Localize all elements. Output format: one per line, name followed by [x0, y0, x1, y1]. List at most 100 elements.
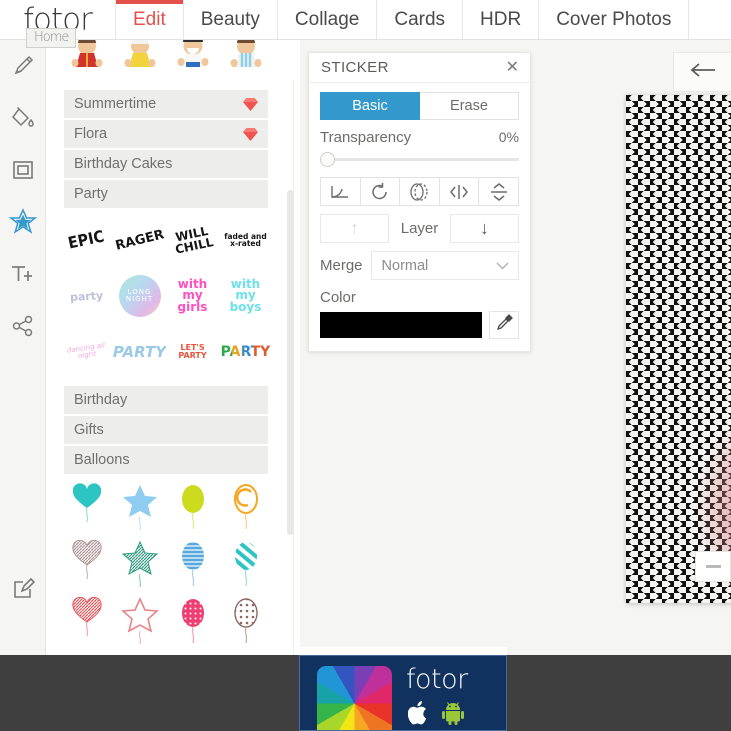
nav-tab-collage[interactable]: Collage: [276, 0, 376, 39]
nav-tab-beauty[interactable]: Beauty: [182, 0, 277, 39]
merge-select[interactable]: Normal: [370, 251, 519, 280]
transform-icon-row: [320, 177, 519, 206]
nav-tab-cover-photos[interactable]: Cover Photos: [538, 0, 690, 39]
layer-row: ↑ Layer ↓: [320, 214, 519, 243]
frame-icon: [10, 157, 36, 183]
category-birthday-cakes[interactable]: Birthday Cakes: [64, 150, 268, 178]
sticker-lets-party[interactable]: LET'S PARTY: [166, 326, 219, 378]
share-tool[interactable]: [0, 300, 46, 352]
nav-tab-cards-label: Cards: [394, 8, 446, 30]
sticker-with-my-girls[interactable]: with my girls: [166, 270, 219, 322]
layer-up-button[interactable]: ↑: [320, 214, 389, 243]
paint-bucket-icon: [10, 105, 36, 131]
pencil-icon: [10, 53, 36, 79]
layer-down-button[interactable]: ↓: [450, 214, 519, 243]
sticker-faded-and-x-rated[interactable]: faded and x-rated: [219, 214, 272, 266]
flip-3d-icon[interactable]: [400, 177, 440, 206]
sticker-library-scroll-content: Summertime Flora Birthday Cakes Party EP…: [46, 40, 286, 655]
layer-label: Layer: [400, 220, 439, 237]
category-birthday[interactable]: Birthday: [64, 386, 268, 414]
star-icon: [8, 207, 38, 237]
sticker-long-night[interactable]: LONG NIGHT: [113, 270, 166, 322]
balloon-star-pink-outline[interactable]: [113, 594, 166, 647]
panel-title: STICKER: [321, 59, 389, 76]
eyedropper-button[interactable]: [489, 311, 519, 339]
frames-tool[interactable]: [0, 144, 46, 196]
nav-tab-cover-photos-label: Cover Photos: [556, 8, 672, 30]
flip-horizontal-icon[interactable]: [439, 177, 480, 206]
zoom-out-button[interactable]: [695, 551, 731, 582]
image-canvas[interactable]: [626, 95, 731, 603]
sticker-grid-balloons: [60, 480, 272, 647]
close-icon[interactable]: ✕: [506, 59, 519, 76]
sticker-soccer-player-striped[interactable]: [219, 40, 272, 82]
fotor-editor-window: fotor Home Edit Beauty Collage Cards HDR…: [0, 0, 731, 731]
minus-icon: [705, 565, 721, 568]
balloon-heart-teal[interactable]: [60, 480, 113, 533]
android-icon[interactable]: [441, 701, 465, 730]
category-balloons[interactable]: Balloons: [64, 446, 268, 474]
category-label: Balloons: [74, 452, 130, 468]
fotor-app-ad[interactable]: fotor: [299, 655, 507, 731]
balloon-oval-orange-swirl[interactable]: [219, 480, 272, 533]
edit-square-icon: [10, 576, 36, 602]
sticker-epic[interactable]: EPIC: [60, 214, 113, 266]
balloon-oval-brown-dots-outline[interactable]: [219, 594, 272, 647]
balloon-oval-blue-stripes[interactable]: [166, 537, 219, 590]
balloon-heart-red-scribble[interactable]: [60, 594, 113, 647]
sticker-grid-soccer: [60, 40, 272, 82]
sticker-rager[interactable]: RAGER: [113, 214, 166, 266]
sticker-library-panel[interactable]: Summertime Flora Birthday Cakes Party EP…: [46, 40, 300, 655]
balloon-oval-yellow[interactable]: [166, 480, 219, 533]
balloon-star-green-scribble[interactable]: [113, 537, 166, 590]
apple-icon[interactable]: [407, 700, 430, 730]
nav-tab-cards[interactable]: Cards: [376, 0, 462, 39]
tab-basic[interactable]: Basic: [320, 92, 420, 120]
skew-angle-icon[interactable]: [320, 177, 361, 206]
sticker-with-my-boys[interactable]: with my boys: [219, 270, 272, 322]
category-label: Gifts: [74, 422, 104, 438]
color-row: [320, 311, 519, 339]
balloon-star-blue[interactable]: [113, 480, 166, 533]
transparency-label: Transparency: [320, 129, 412, 146]
stickers-tool[interactable]: [0, 196, 46, 248]
mode-tabs: Basic Erase: [320, 92, 519, 120]
sticker-dancing-all-night[interactable]: dancing all night: [60, 326, 113, 378]
transparency-slider[interactable]: [320, 149, 519, 171]
balloon-heart-mauve-scribble[interactable]: [60, 537, 113, 590]
library-scrollbar-thumb[interactable]: [287, 190, 294, 535]
sticker-party-faint[interactable]: party: [60, 270, 113, 322]
category-flora[interactable]: Flora: [64, 120, 268, 148]
color-swatch[interactable]: [320, 312, 482, 338]
category-label: Birthday Cakes: [74, 156, 173, 172]
category-label: Summertime: [74, 96, 157, 112]
flip-vertical-icon[interactable]: [479, 177, 519, 206]
sticker-will-chill[interactable]: WILL CHILL: [166, 214, 219, 266]
sticker-party-blue[interactable]: PARTY: [113, 326, 166, 378]
balloon-oval-pink-dots[interactable]: [166, 594, 219, 647]
sticker-party-rainbow[interactable]: PARTY: [219, 326, 272, 378]
arrow-up-icon: ↑: [350, 218, 359, 238]
share-icon: [10, 313, 36, 339]
nav-tab-hdr[interactable]: HDR: [462, 0, 538, 39]
category-gifts[interactable]: Gifts: [64, 416, 268, 444]
category-party[interactable]: Party: [64, 180, 268, 208]
sticker-grid-party: EPIC RAGER WILL CHILL faded and x-rated …: [60, 214, 272, 378]
back-arrow-icon: [690, 62, 716, 82]
sticker-soccer-player-white[interactable]: [166, 40, 219, 82]
sticker-soccer-player-yellow[interactable]: [113, 40, 166, 82]
tab-erase[interactable]: Erase: [420, 92, 519, 120]
text-tool[interactable]: [0, 248, 46, 300]
balloon-oval-teal-diagonal[interactable]: [219, 537, 272, 590]
brand-logo[interactable]: fotor Home: [0, 0, 115, 48]
top-navigation-bar: fotor Home Edit Beauty Collage Cards HDR…: [0, 0, 731, 48]
effects-tool[interactable]: [0, 92, 46, 144]
eyedropper-icon: [496, 314, 513, 336]
rotate-icon[interactable]: [360, 177, 401, 206]
slider-knob[interactable]: [320, 152, 335, 167]
nav-tab-edit[interactable]: Edit: [115, 0, 183, 39]
compose-tool[interactable]: [0, 563, 46, 615]
category-summertime[interactable]: Summertime: [64, 90, 268, 118]
merge-label: Merge: [320, 257, 363, 274]
undo-button[interactable]: [673, 52, 731, 92]
